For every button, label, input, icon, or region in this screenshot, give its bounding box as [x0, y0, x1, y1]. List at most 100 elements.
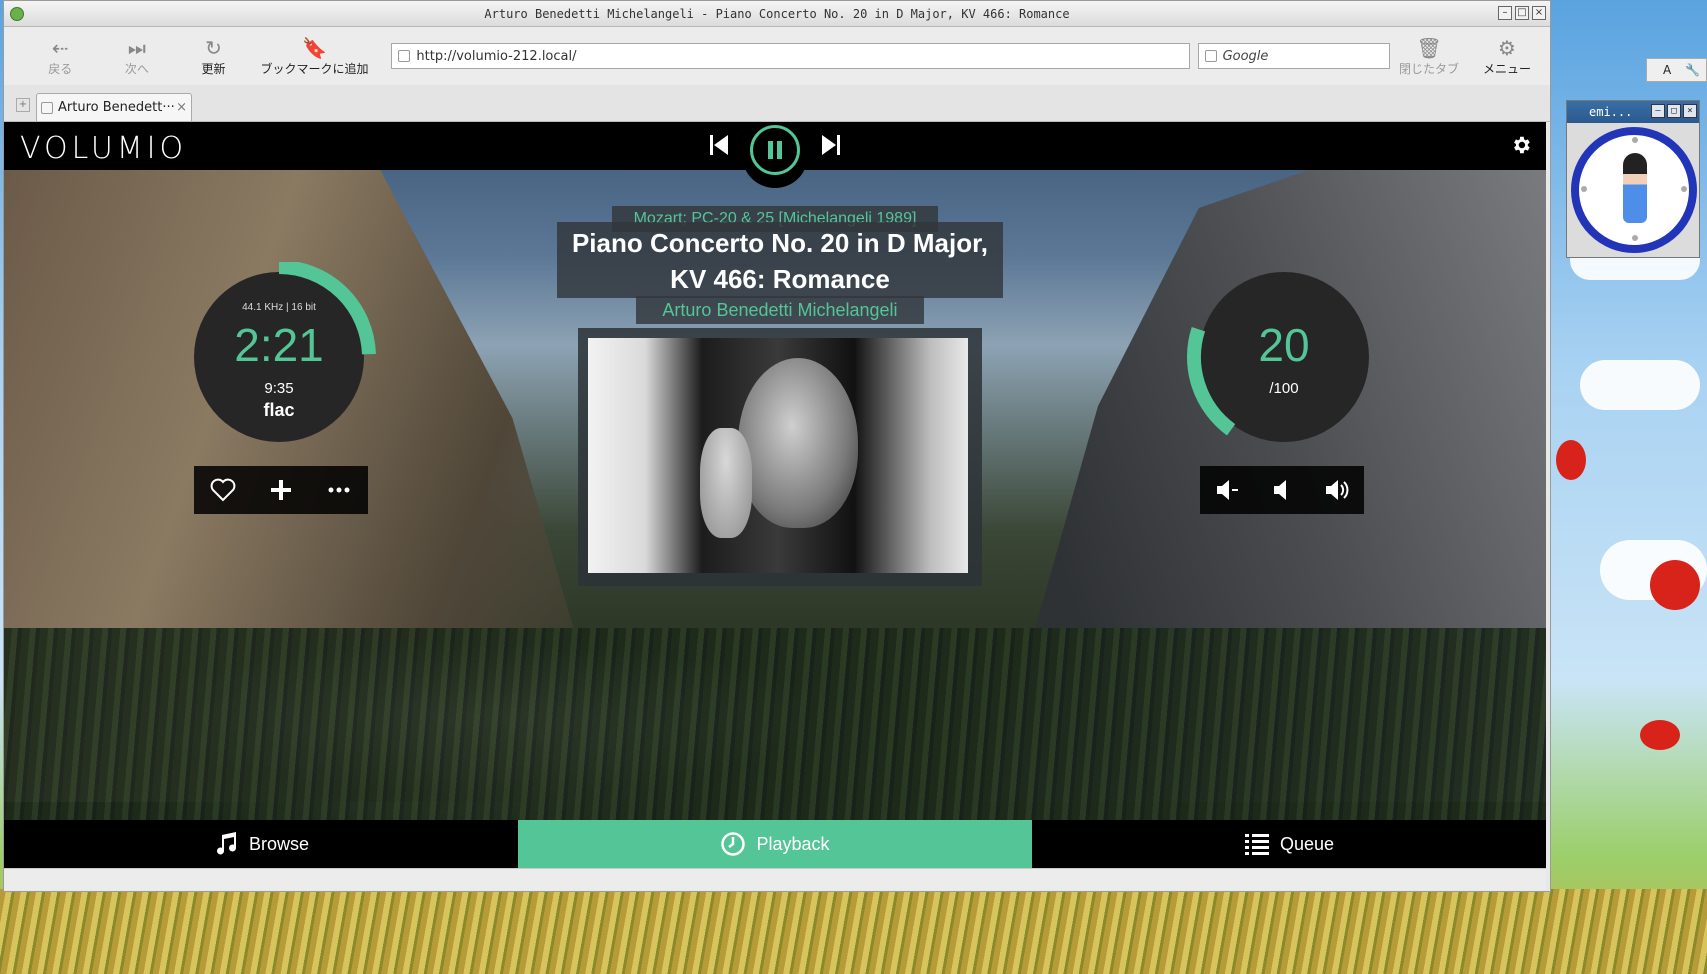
- cloud: [1580, 360, 1700, 410]
- maximize-button[interactable]: □: [1667, 104, 1681, 118]
- volume-max: /100: [1269, 380, 1299, 397]
- wrench-icon[interactable]: 🔧: [1685, 63, 1700, 77]
- trash-icon: 🗑: [1416, 35, 1442, 60]
- album-art: [588, 338, 968, 573]
- browser-statusbar: [4, 868, 1546, 890]
- forward-arrow-icon: ⏭: [127, 35, 146, 60]
- nav-playback-label: Playback: [756, 833, 830, 854]
- search-input[interactable]: Google: [1197, 43, 1391, 69]
- character-illustration: [1623, 153, 1647, 223]
- forward-label: 次へ: [124, 61, 149, 76]
- new-tab-button[interactable]: +: [16, 98, 30, 112]
- volumio-logo[interactable]: VOLUMIO: [20, 131, 187, 166]
- previous-track-icon[interactable]: [710, 134, 730, 156]
- closed-tabs-button[interactable]: 🗑 閉じたタブ: [1390, 30, 1468, 82]
- poppy-flower: [1556, 440, 1586, 480]
- poppy-flower: [1650, 560, 1700, 610]
- reload-button[interactable]: ↻ 更新: [175, 30, 252, 82]
- page-favicon-icon: [398, 50, 411, 62]
- back-label: 戻る: [48, 61, 73, 76]
- elapsed-time: 2:21: [234, 319, 324, 371]
- url-field[interactable]: http://volumio-212.local/: [391, 43, 1190, 69]
- bookmark-icon: 🔖: [302, 35, 328, 60]
- next-track-icon[interactable]: [820, 134, 840, 156]
- clock-widget-titlebar[interactable]: emi... – □ ×: [1567, 101, 1699, 123]
- clock-face: [1571, 127, 1697, 253]
- clock-tick: [1681, 186, 1687, 192]
- browser-toolbar: ⇠ 戻る ⏭ 次へ ↻ 更新 🔖 ブックマークに追加 http://volumi…: [4, 27, 1550, 85]
- nav-queue[interactable]: Queue: [1032, 820, 1546, 868]
- ime-indicator[interactable]: A 🔧: [1646, 58, 1707, 82]
- pause-button[interactable]: [742, 122, 808, 188]
- nav-browse-label: Browse: [248, 833, 310, 854]
- codec-label: flac: [263, 400, 295, 420]
- wheat-field: [0, 889, 1707, 974]
- closed-tabs-label: 閉じたタブ: [1399, 61, 1460, 76]
- window-title: Arturo Benedetti Michelangeli - Piano Co…: [484, 6, 1070, 21]
- back-arrow-icon: ⇠: [51, 35, 69, 60]
- forward-button[interactable]: ⏭ 次へ: [99, 30, 176, 82]
- clock-tick: [1632, 235, 1638, 241]
- volume-down-icon[interactable]: [1214, 477, 1240, 503]
- url-text: http://volumio-212.local/: [416, 48, 577, 64]
- track-title: Piano Concerto No. 20 in D Major, KV 466…: [557, 222, 1003, 298]
- track-duration: 9:35: [264, 380, 294, 397]
- volume-controls: [1200, 466, 1364, 514]
- tab-bar: + Arturo Benedett··· ×: [4, 85, 1550, 122]
- volume-up-icon[interactable]: [1324, 477, 1350, 503]
- back-button[interactable]: ⇠ 戻る: [22, 30, 99, 82]
- favorite-button[interactable]: [209, 476, 237, 504]
- ellipsis-icon: [328, 487, 350, 493]
- tab-favicon-icon: [41, 101, 53, 114]
- volumio-page: VOLUMIO Mozart; PC-20 & 25 [Michelangeli…: [4, 122, 1546, 868]
- reload-label: 更新: [201, 61, 226, 76]
- music-note-icon: [216, 832, 236, 855]
- tab-label: Arturo Benedett···: [58, 100, 175, 115]
- list-icon: [1244, 834, 1269, 855]
- volume-dial[interactable]: 20 /100: [1184, 262, 1384, 462]
- track-actions: [194, 466, 368, 514]
- minimize-button[interactable]: –: [1651, 104, 1665, 118]
- nav-browse[interactable]: Browse: [4, 820, 518, 868]
- gear-icon[interactable]: [1510, 134, 1532, 156]
- menu-label: メニュー: [1483, 61, 1532, 76]
- reload-icon: ↻: [205, 35, 222, 60]
- bookmark-label: ブックマークに追加: [260, 61, 369, 76]
- clock-tick: [1632, 137, 1638, 143]
- clock-widget[interactable]: emi... – □ ×: [1566, 100, 1700, 258]
- search-engine-icon: [1204, 50, 1217, 62]
- maximize-button[interactable]: □: [1515, 6, 1529, 20]
- bookmark-button[interactable]: 🔖 ブックマークに追加: [252, 30, 378, 82]
- sample-rate: 44.1 KHz | 16 bit: [242, 302, 316, 313]
- portrait-hand: [700, 428, 752, 538]
- close-button[interactable]: ×: [1683, 104, 1697, 118]
- tab-close-icon[interactable]: ×: [176, 100, 187, 115]
- artist-name[interactable]: Arturo Benedetti Michelangeli: [636, 296, 924, 324]
- minimize-button[interactable]: –: [1498, 6, 1512, 20]
- bottom-navbar: Browse Playback Queue: [4, 820, 1546, 868]
- mute-icon[interactable]: [1269, 477, 1295, 503]
- clock-tick: [1581, 186, 1587, 192]
- poppy-flower: [1640, 720, 1680, 750]
- more-options-button[interactable]: [325, 476, 353, 504]
- add-to-playlist-button[interactable]: [267, 476, 295, 504]
- album-art-frame: [578, 328, 982, 586]
- seek-dial[interactable]: 44.1 KHz | 16 bit 2:21 9:35 flac: [184, 262, 384, 462]
- ime-label: A: [1663, 63, 1672, 77]
- portrait-face: [738, 358, 858, 528]
- close-button[interactable]: ×: [1532, 6, 1546, 20]
- clock-icon: [721, 832, 746, 856]
- nav-playback[interactable]: Playback: [518, 820, 1032, 868]
- search-placeholder: Google: [1222, 48, 1269, 64]
- pause-icon: [750, 125, 800, 175]
- heart-icon: [210, 478, 236, 502]
- transport-controls: [700, 122, 850, 192]
- volume-value: 20: [1258, 319, 1310, 371]
- plus-icon: [271, 480, 291, 500]
- clock-widget-title: emi...: [1589, 105, 1633, 119]
- menu-button[interactable]: ⚙ メニュー: [1468, 30, 1546, 82]
- window-titlebar[interactable]: Arturo Benedetti Michelangeli - Piano Co…: [4, 1, 1550, 27]
- tab-volumio[interactable]: Arturo Benedett··· ×: [36, 93, 192, 121]
- nav-queue-label: Queue: [1279, 833, 1335, 854]
- menu-icon: ⚙: [1498, 35, 1516, 60]
